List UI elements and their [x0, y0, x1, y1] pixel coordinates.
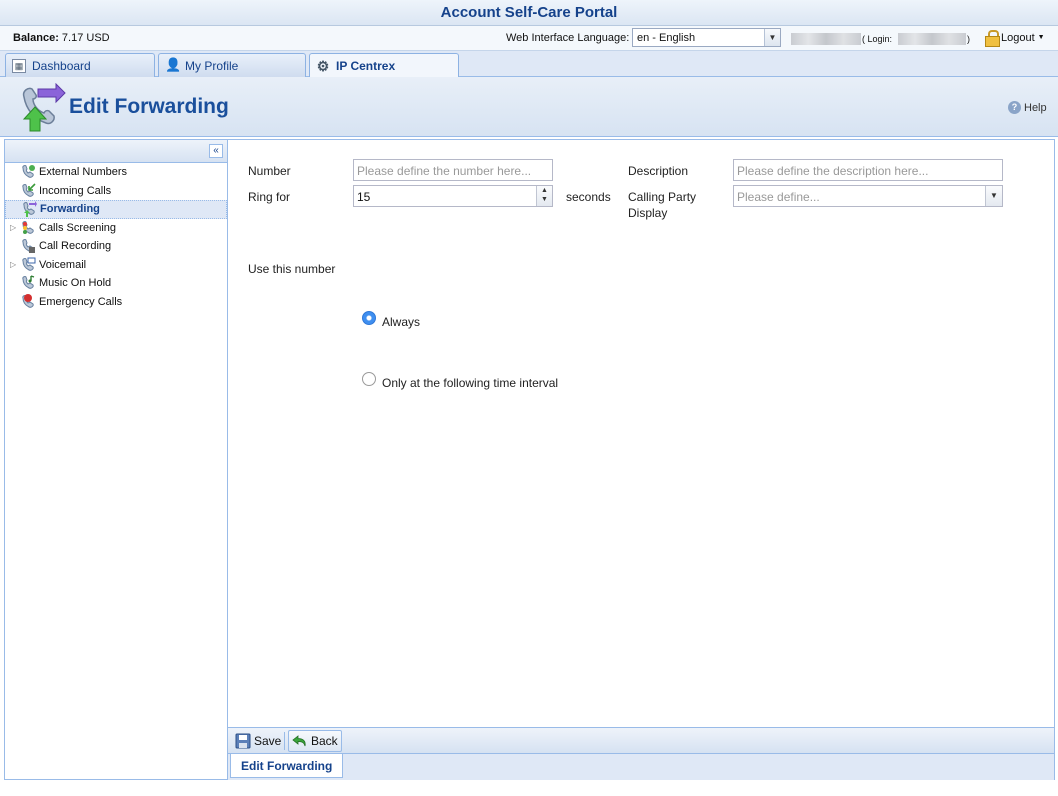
back-arrow-icon — [292, 735, 306, 747]
language-select[interactable]: en - English ▼ — [632, 28, 781, 47]
expand-arrow-icon[interactable]: ▷ — [10, 223, 16, 232]
tab-edit-forwarding[interactable]: Edit Forwarding — [230, 754, 344, 778]
tab-my-profile[interactable]: 👤 My Profile — [158, 53, 306, 77]
ring-for-input[interactable]: 15 ▲ ▼ — [353, 185, 553, 207]
tab-dashboard[interactable]: ▦ Dashboard — [5, 53, 155, 77]
external-numbers-icon — [20, 164, 36, 180]
number-input[interactable]: Please define the number here... — [353, 159, 553, 181]
sidebar-item-label: Call Recording — [39, 240, 112, 253]
info-bar: Balance: 7.17 USD Web Interface Language… — [0, 26, 1058, 51]
sidebar-item-label: Emergency Calls — [39, 295, 123, 308]
tab-label: Dashboard — [32, 58, 91, 73]
expand-arrow-icon[interactable]: ▷ — [10, 260, 16, 269]
logout-button[interactable]: Logout ▼ — [985, 30, 1045, 47]
time-interval-radio[interactable] — [362, 372, 376, 386]
always-radio[interactable] — [362, 311, 376, 325]
redacted-login — [898, 33, 966, 45]
forwarding-icon — [21, 201, 37, 218]
sidebar: « External Numbers Incoming Calls Forwardi… — [4, 139, 228, 780]
ring-for-label: Ring for — [248, 190, 291, 204]
number-label: Number — [248, 164, 291, 178]
always-label: Always — [382, 315, 421, 329]
save-button[interactable]: Save — [231, 730, 285, 752]
chevron-down-icon[interactable]: ▼ — [764, 29, 780, 46]
calling-party-select[interactable]: Please define... ▼ — [733, 185, 1003, 207]
language-value: en - English — [637, 32, 696, 44]
number-placeholder: Please define the number here... — [357, 164, 532, 178]
sidebar-item-emergency[interactable]: Emergency Calls — [5, 293, 227, 312]
sidebar-item-music[interactable]: Music On Hold — [5, 274, 227, 293]
sidebar-item-voicemail[interactable]: ▷ Voicemail — [5, 256, 227, 275]
emergency-icon — [20, 293, 36, 310]
save-icon — [235, 733, 251, 749]
help-button[interactable]: ? Help — [1008, 101, 1047, 114]
caret-down-icon: ▼ — [1037, 34, 1045, 41]
sidebar-item-calls-screening[interactable]: ▷ Calls Screening — [5, 219, 227, 238]
save-label: Save — [254, 734, 282, 748]
ring-for-value: 15 — [357, 190, 371, 204]
time-interval-label: Only at the following time interval — [382, 376, 559, 390]
sidebar-tree: External Numbers Incoming Calls Forwarding… — [5, 163, 227, 311]
login-open-label: ( Login: — [862, 34, 893, 44]
call-recording-icon — [20, 238, 36, 254]
sidebar-item-external-numbers[interactable]: External Numbers — [5, 163, 227, 182]
bottom-tab-label: Edit Forwarding — [241, 759, 333, 773]
sidebar-item-label: Music On Hold — [39, 277, 112, 290]
collapse-icon[interactable]: « — [209, 144, 223, 158]
language-label: Web Interface Language: — [506, 32, 630, 44]
help-icon: ? — [1008, 101, 1021, 114]
seconds-label: seconds — [566, 190, 611, 204]
calling-party-placeholder: Please define... — [737, 190, 820, 204]
sidebar-item-forwarding[interactable]: Forwarding — [5, 200, 227, 219]
description-placeholder: Please define the description here... — [737, 164, 929, 178]
description-label: Description — [628, 164, 689, 178]
gear-icon: ⚙ — [316, 58, 330, 74]
toolbar-separator — [284, 732, 285, 750]
chevron-down-icon[interactable]: ▼ — [985, 186, 1002, 206]
edit-forwarding-form: Number Please define the number here... … — [228, 139, 1055, 727]
app-title: Account Self-Care Portal — [440, 4, 618, 21]
redacted-username — [791, 33, 861, 45]
voicemail-icon — [20, 257, 36, 273]
tab-label: My Profile — [185, 58, 239, 73]
incoming-calls-icon — [20, 183, 36, 199]
person-icon: 👤 — [165, 56, 182, 72]
sidebar-item-call-recording[interactable]: Call Recording — [5, 237, 227, 256]
sidebar-item-incoming-calls[interactable]: Incoming Calls — [5, 182, 227, 201]
tab-ip-centrex[interactable]: ⚙ IP Centrex — [309, 53, 459, 78]
bottom-tabs: Edit Forwarding — [228, 754, 1055, 780]
lock-icon — [985, 30, 1000, 47]
dashboard-icon: ▦ — [12, 58, 26, 73]
use-number-label: Use this number — [248, 262, 336, 276]
back-button[interactable]: Back — [288, 730, 342, 752]
sidebar-item-label: Calls Screening — [39, 221, 117, 234]
calling-party-label: Calling Party — [628, 190, 697, 204]
music-icon — [20, 275, 36, 291]
login-close-label: ) — [967, 34, 970, 44]
forwarding-icon — [22, 83, 66, 132]
sidebar-header: « — [5, 140, 227, 163]
balance: Balance: 7.17 USD — [13, 32, 110, 44]
main-tabs: ▦ Dashboard 👤 My Profile ⚙ IP Centrex — [0, 51, 1058, 78]
help-label: Help — [1024, 101, 1047, 114]
logout-label: Logout — [1001, 31, 1035, 44]
balance-value: 7.17 USD — [61, 32, 110, 44]
page-title: Edit Forwarding — [69, 95, 229, 118]
bottom-toolbar: Save Back — [228, 727, 1055, 754]
sidebar-item-label: External Numbers — [39, 166, 128, 179]
description-input[interactable]: Please define the description here... — [733, 159, 1003, 181]
balance-label: Balance: — [13, 32, 59, 44]
sidebar-item-label: Voicemail — [39, 258, 87, 271]
page-header: Edit Forwarding ? Help — [0, 77, 1058, 137]
tab-label: IP Centrex — [336, 59, 396, 73]
title-bar: Account Self-Care Portal — [0, 0, 1058, 26]
calling-party-label-line2: Display — [628, 206, 668, 220]
sidebar-item-label: Incoming Calls — [39, 184, 112, 197]
spinner-icon[interactable]: ▲ ▼ — [536, 186, 552, 206]
sidebar-item-label: Forwarding — [40, 203, 100, 216]
back-label: Back — [311, 734, 338, 748]
calls-screening-icon — [20, 220, 36, 236]
